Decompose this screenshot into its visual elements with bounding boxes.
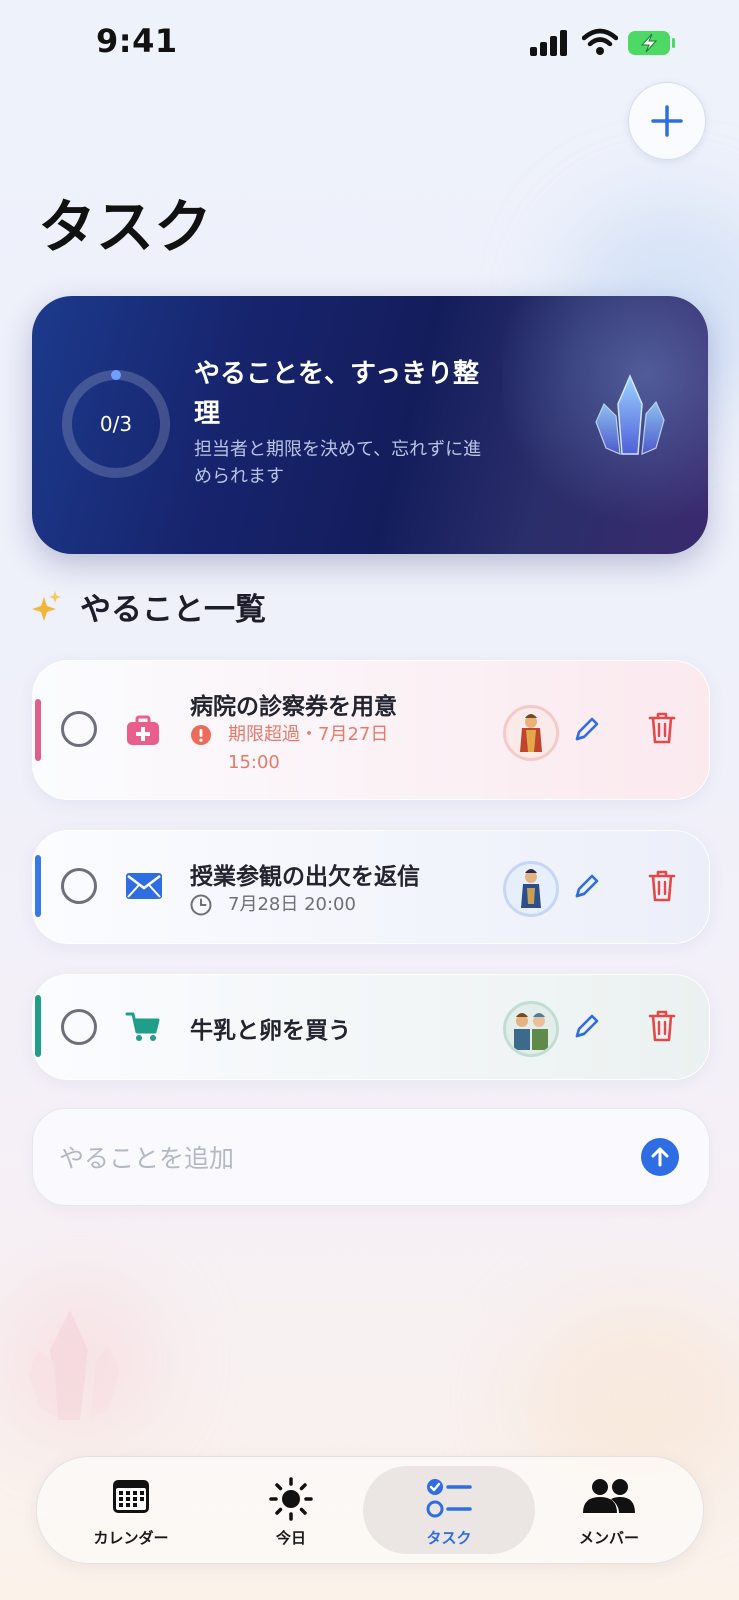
tab-label: 今日 [275,1529,306,1547]
task-title: 授業参観の出欠を返信 [190,864,420,890]
trash-icon[interactable] [647,1009,677,1043]
task-row[interactable]: 授業参観の出欠を返信 7月28日 20:00 [32,830,710,944]
task-list-heading: やること一覧 [32,584,266,629]
people-icon [583,1479,635,1513]
tab-today[interactable]: 今日 [211,1457,371,1563]
decorative-crystal-icon [28,1310,120,1420]
tab-bar: カレンダー 今日 タスク メンバー [36,1456,704,1564]
pencil-icon[interactable] [573,1012,601,1040]
task-accent-bar [35,995,41,1057]
task-accent-bar [35,699,41,761]
crystal-icon [595,374,665,455]
clock-icon [190,894,212,916]
pencil-icon[interactable] [573,872,601,900]
task-meta: 期限超過・7月27日 15:00 [190,721,420,777]
calendar-icon [113,1480,149,1513]
tab-label: カレンダー [93,1529,169,1547]
progress-count: 0/3 [99,412,133,436]
assignee-avatar[interactable] [503,705,559,761]
task-title: 牛乳と卵を買う [190,1018,351,1044]
pencil-icon[interactable] [573,715,601,743]
tab-calendar[interactable]: カレンダー [51,1457,211,1563]
assignee-avatar[interactable] [503,861,559,917]
warrior-avatar-icon [520,714,542,752]
task-checkbox[interactable] [61,868,97,904]
tab-label: タスク [426,1529,472,1547]
knight-avatar-icon [521,869,541,908]
party-avatar-icon [514,1013,548,1050]
sparkles-icon [32,590,61,621]
wifi-icon [582,28,618,55]
sun-icon [269,1477,313,1521]
add-task-composer [32,1108,710,1206]
signal-icon [530,30,567,56]
add-task-button[interactable] [628,82,706,160]
summary-card: 0/3 やることを、すっきり整理 担当者と期限を決めて、忘れずに進められます [32,296,708,554]
task-checkbox[interactable] [61,711,97,747]
tab-label: メンバー [578,1529,639,1547]
mail-icon [126,873,162,899]
task-due: 期限超過・7月27日 15:00 [228,724,389,773]
trash-icon[interactable] [647,711,677,745]
task-checkbox[interactable] [61,1009,97,1045]
arrow-up-icon [651,1147,669,1167]
medical-bag-icon [127,715,159,745]
status-bar: 9:41 [0,0,739,90]
plus-icon [651,105,683,137]
task-row[interactable]: 牛乳と卵を買う [32,974,710,1080]
tab-members[interactable]: メンバー [529,1457,689,1563]
task-due: 7月28日 20:00 [228,894,356,915]
task-meta: 7月28日 20:00 [190,891,356,919]
cart-icon [125,1012,160,1041]
battery-charging-icon [628,31,675,55]
assignee-avatar[interactable] [503,1001,559,1057]
new-task-input[interactable] [57,1135,621,1181]
summary-subtitle: 担当者と期限を決めて、忘れずに進められます [194,439,482,487]
task-title: 病院の診察券を用意 [190,694,397,720]
tab-tasks[interactable]: タスク [363,1457,535,1563]
checklist-icon [426,1479,472,1518]
task-row[interactable]: 病院の診察券を用意 期限超過・7月27日 15:00 [32,660,710,800]
trash-icon[interactable] [647,869,677,903]
section-title: やること一覧 [80,592,266,628]
alert-icon [191,725,211,745]
summary-title: やることを、すっきり整理 [194,359,479,429]
task-accent-bar [35,855,41,917]
send-button[interactable] [641,1138,679,1176]
page-title: タスク [38,193,213,261]
status-time: 9:41 [96,22,178,60]
